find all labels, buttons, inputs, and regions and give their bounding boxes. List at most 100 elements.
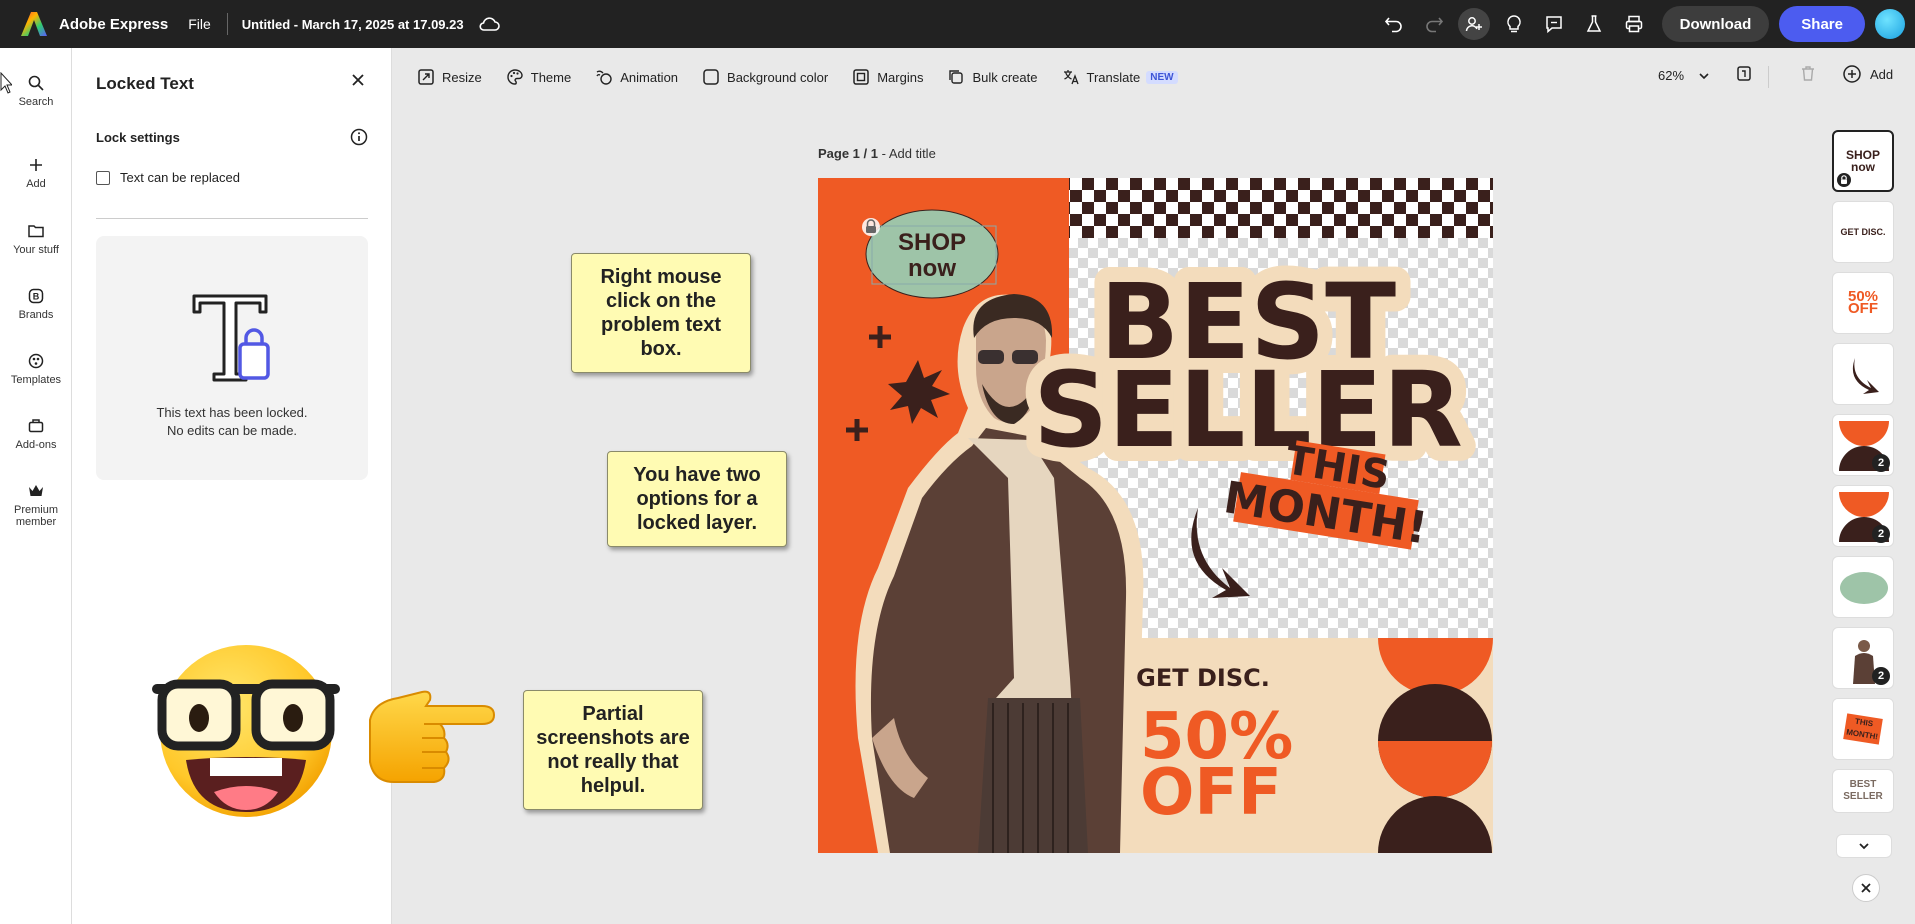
download-button[interactable]: Download <box>1661 6 1770 42</box>
rail-item-label: Add <box>26 178 46 190</box>
pages-icon <box>1737 66 1751 81</box>
new-badge: NEW <box>1146 70 1178 84</box>
layer-count-badge: 2 <box>1872 525 1890 543</box>
adobe-express-logo[interactable] <box>20 10 48 38</box>
add-page-button[interactable]: Add <box>1842 64 1893 84</box>
page-label[interactable]: Page 1 / 1 - Add title <box>818 146 936 161</box>
rail-item-brands[interactable]: B Brands <box>0 287 72 321</box>
add-title[interactable]: - Add title <box>878 146 936 161</box>
lightbulb-icon <box>1506 15 1521 33</box>
text-replace-checkbox[interactable] <box>96 170 110 185</box>
layer-thumb-get-disc[interactable]: GET DISC. <box>1832 201 1894 263</box>
plus-icon <box>30 159 42 171</box>
invite-button[interactable] <box>1457 8 1490 40</box>
ideas-button[interactable] <box>1494 4 1534 44</box>
lock-badge[interactable] <box>862 218 880 236</box>
file-menu[interactable]: File <box>188 16 211 32</box>
layer-thumb-best-seller[interactable]: BEST SELLER <box>1832 769 1894 813</box>
share-button[interactable]: Share <box>1779 6 1865 42</box>
thumb-line-2: MONTH! <box>1845 727 1879 742</box>
rail-item-label: Add-ons <box>15 439 57 451</box>
animation-button[interactable]: Animation <box>595 68 678 86</box>
thumb-line-2: OFF <box>1848 300 1878 317</box>
layer-thumb-ellipse[interactable] <box>1832 556 1894 618</box>
text-replace-checkbox-row[interactable]: Text can be replaced <box>96 170 240 185</box>
close-icon <box>1861 883 1871 893</box>
locked-message-line-2: No edits can be made. <box>166 423 298 438</box>
comment-icon <box>1545 16 1562 34</box>
theme-button[interactable]: Theme <box>506 68 571 86</box>
animation-icon <box>596 70 612 85</box>
resize-button[interactable]: Resize <box>417 68 482 86</box>
close-icon[interactable] <box>350 72 366 88</box>
theme-label: Theme <box>530 69 572 85</box>
print-button[interactable] <box>1614 4 1654 44</box>
title-separator <box>226 13 228 35</box>
labs-button[interactable] <box>1574 4 1614 44</box>
bulk-create-button[interactable]: Bulk create <box>947 68 1038 86</box>
layer-thumb-this-month[interactable]: THIS MONTH! <box>1832 698 1894 760</box>
shop-text: SHOP <box>898 229 966 256</box>
redo-button[interactable] <box>1414 4 1454 44</box>
page-number: Page 1 / 1 <box>818 146 878 161</box>
off-text[interactable]: OFF <box>1140 756 1282 830</box>
nerd-face-emoji <box>152 645 340 817</box>
avatar[interactable] <box>1875 9 1905 39</box>
zoom-control[interactable]: 62% <box>1658 68 1710 83</box>
close-layers-button[interactable] <box>1852 874 1880 902</box>
comments-button[interactable] <box>1534 4 1574 44</box>
locked-info-card: This text has been locked. No edits can … <box>96 236 368 480</box>
rail-item-templates[interactable]: Templates <box>0 352 72 386</box>
design-artboard[interactable]: SHOP now BEST SELLER BEST SELLER THIS MO… <box>818 178 1493 853</box>
background-color-button[interactable]: Background color <box>702 68 828 86</box>
thumb-text: GET DISC. <box>1840 227 1886 237</box>
shop-now-bubble[interactable]: SHOP now <box>865 209 999 299</box>
background-color-label: Background color <box>727 69 829 85</box>
info-icon[interactable] <box>350 128 368 146</box>
left-rail: Search Add Your stuff B Brands Templates… <box>0 48 72 924</box>
trash-icon <box>1802 66 1814 81</box>
locked-message-line-1: This text has been locked. <box>156 405 308 420</box>
translate-button[interactable]: Translate NEW <box>1062 68 1178 86</box>
rail-item-label: Templates <box>10 374 62 386</box>
printer-icon <box>1625 15 1642 33</box>
delete-button[interactable] <box>1799 64 1817 82</box>
layer-thumb-50-off[interactable]: 50% OFF <box>1832 272 1894 334</box>
thumbnails-scroll-down-button[interactable] <box>1836 834 1892 858</box>
checker-banner[interactable] <box>1069 178 1493 238</box>
layer-thumb-semicircles-2[interactable]: 2 <box>1832 485 1894 547</box>
rail-item-add-ons[interactable]: Add-ons <box>0 417 72 451</box>
get-disc-text[interactable]: GET DISC. <box>1136 664 1270 692</box>
rail-item-premium[interactable]: Premium member <box>0 482 72 528</box>
chevron-down-icon <box>1859 843 1869 850</box>
thumb-line-1: THIS <box>1854 716 1874 729</box>
locked-text-icon <box>192 294 270 382</box>
undo-icon <box>1384 17 1402 33</box>
redo-icon <box>1425 17 1443 33</box>
margins-button[interactable]: Margins <box>852 68 923 86</box>
rail-item-label: Search <box>18 96 54 108</box>
translate-icon <box>1063 70 1079 85</box>
layer-thumb-man[interactable]: 2 <box>1832 627 1894 689</box>
folder-icon <box>28 225 44 238</box>
layer-thumb-shop-now[interactable]: SHOP now <box>1832 130 1894 192</box>
undo-button[interactable] <box>1374 4 1414 44</box>
layer-thumb-arrow[interactable] <box>1832 343 1894 405</box>
rail-item-add[interactable]: Add <box>0 156 72 190</box>
layer-count-badge: 2 <box>1872 454 1890 472</box>
checkbox-label: Text can be replaced <box>120 170 240 185</box>
rail-item-your-stuff[interactable]: Your stuff <box>0 222 72 256</box>
layer-thumb-semicircles-1[interactable]: 2 <box>1832 414 1894 476</box>
top-right-actions: Download Share <box>1374 0 1915 48</box>
svg-text:B: B <box>33 292 40 302</box>
translate-label: Translate <box>1086 69 1141 85</box>
locked-message: This text has been locked. No edits can … <box>96 404 368 440</box>
cloud-save-icon[interactable] <box>478 16 500 32</box>
pages-button[interactable] <box>1735 64 1753 82</box>
document-title[interactable]: Untitled - March 17, 2025 at 17.09.23 <box>242 17 464 32</box>
brand-icon: B <box>28 288 44 304</box>
layer-count-badge: 2 <box>1872 667 1890 685</box>
templates-icon <box>28 353 44 369</box>
resize-label: Resize <box>442 69 482 85</box>
search-icon <box>28 75 44 91</box>
